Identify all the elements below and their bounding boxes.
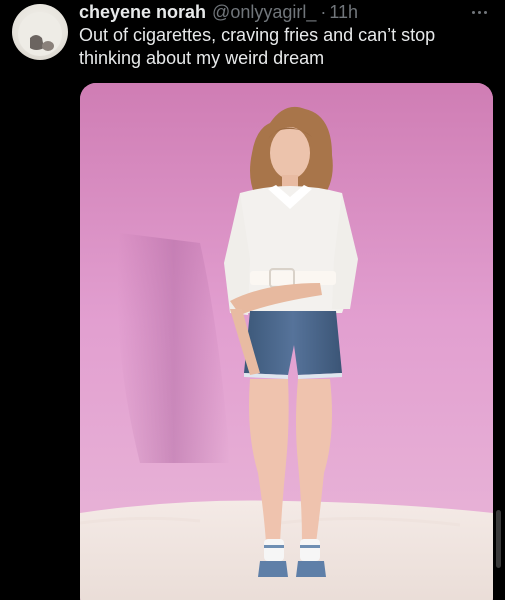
avatar-image bbox=[18, 12, 62, 56]
separator-dot: · bbox=[320, 2, 327, 22]
tweet[interactable]: cheyene norah @onlyyagirl_ · 11h Out of … bbox=[0, 0, 505, 600]
timestamp[interactable]: 11h bbox=[329, 0, 358, 24]
avatar[interactable] bbox=[12, 4, 68, 60]
more-horizontal-icon[interactable] bbox=[466, 2, 492, 22]
tweet-header: cheyene norah @onlyyagirl_ · 11h bbox=[79, 0, 358, 24]
display-name[interactable]: cheyene norah bbox=[79, 0, 206, 24]
scrollbar-thumb[interactable] bbox=[496, 510, 501, 568]
user-handle[interactable]: @onlyyagirl_ bbox=[212, 0, 316, 24]
photo-illustration bbox=[80, 83, 493, 600]
tweet-text: Out of cigarettes, craving fries and can… bbox=[79, 25, 436, 68]
tweet-photo[interactable] bbox=[80, 83, 493, 600]
